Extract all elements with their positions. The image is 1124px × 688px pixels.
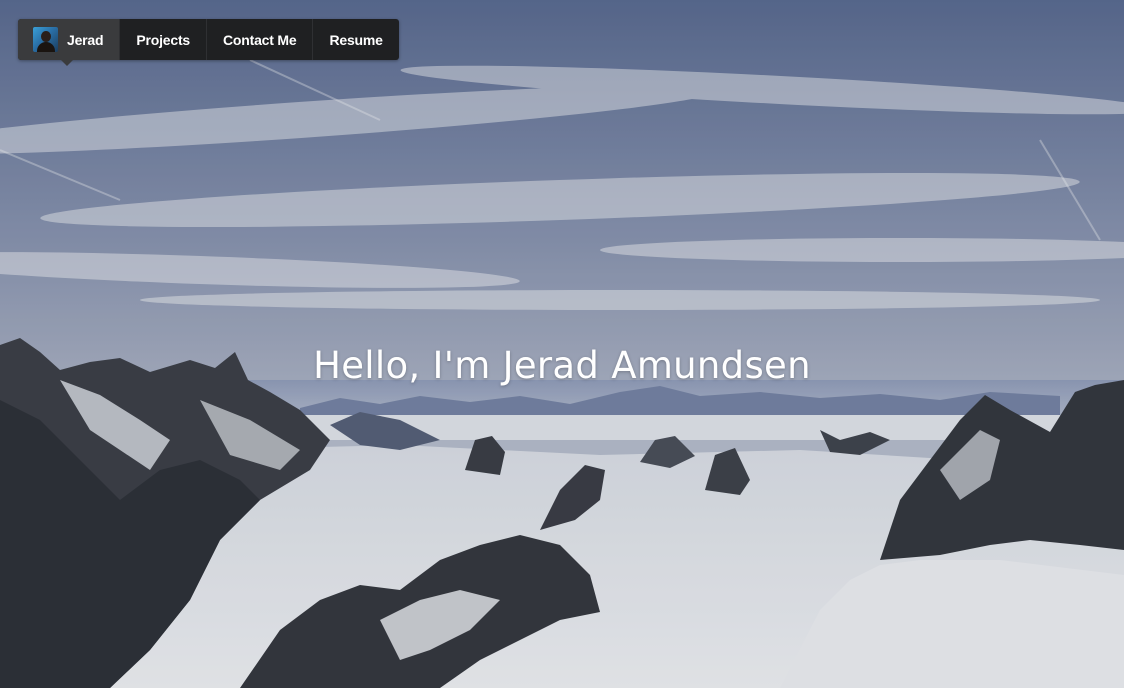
- nav-item-label: Jerad: [67, 31, 104, 48]
- nav-item-projects[interactable]: Projects: [119, 19, 206, 60]
- hero-section: Jerad Projects Contact Me Resume Hello, …: [0, 0, 1124, 688]
- avatar-head: [41, 31, 51, 42]
- nav-item-jerad[interactable]: Jerad: [18, 19, 120, 66]
- nav-item-label: Projects: [136, 31, 191, 48]
- hero-title: Hello, I'm Jerad Amundsen: [313, 344, 811, 387]
- avatar-body: [37, 42, 55, 52]
- nav-item-label: Resume: [329, 31, 383, 48]
- nav-item-resume[interactable]: Resume: [312, 19, 398, 60]
- nav-item-label: Contact Me: [223, 31, 297, 48]
- nav-item-contact-me[interactable]: Contact Me: [206, 19, 312, 60]
- avatar: [33, 27, 58, 52]
- top-navbar: Jerad Projects Contact Me Resume: [18, 19, 399, 66]
